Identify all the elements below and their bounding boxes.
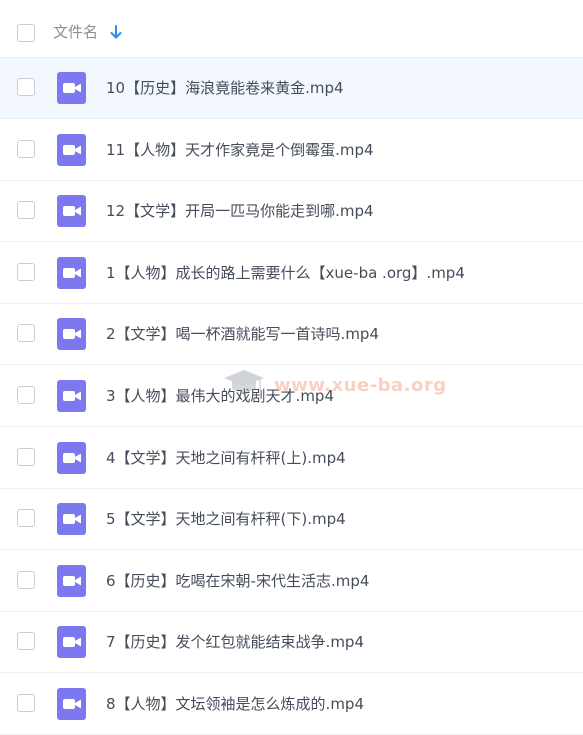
row-checkbox[interactable] — [17, 140, 35, 158]
row-checkbox[interactable] — [17, 324, 35, 342]
video-file-icon — [57, 257, 86, 289]
file-row[interactable]: 7【历史】发个红包就能结束战争.mp4 — [0, 612, 583, 673]
file-row[interactable]: 6【历史】吃喝在宋朝-宋代生活志.mp4 — [0, 551, 583, 612]
video-file-icon — [57, 195, 86, 227]
file-name[interactable]: 8【人物】文坛领袖是怎么炼成的.mp4 — [106, 693, 364, 715]
video-file-icon — [57, 380, 86, 412]
row-checkbox[interactable] — [17, 386, 35, 404]
file-row[interactable]: 3【人物】最伟大的戏剧天才.mp4 — [0, 366, 583, 427]
file-row[interactable]: 12【文学】开局一匹马你能走到哪.mp4 — [0, 181, 583, 242]
video-file-icon — [57, 503, 86, 535]
file-list-header: 文件名 — [0, 0, 583, 58]
video-file-icon — [57, 72, 86, 104]
file-row[interactable]: 4【文学】天地之间有杆秤(上).mp4 — [0, 428, 583, 489]
video-file-icon — [57, 688, 86, 720]
video-file-icon — [57, 318, 86, 350]
file-name[interactable]: 7【历史】发个红包就能结束战争.mp4 — [106, 631, 364, 653]
file-name[interactable]: 5【文学】天地之间有杆秤(下).mp4 — [106, 508, 346, 530]
file-name[interactable]: 1【人物】成长的路上需要什么【xue-ba .org】.mp4 — [106, 262, 465, 284]
row-checkbox[interactable] — [17, 571, 35, 589]
file-name[interactable]: 10【历史】海浪竟能卷来黄金.mp4 — [106, 77, 344, 99]
video-file-icon — [57, 626, 86, 658]
video-file-icon — [57, 442, 86, 474]
file-row[interactable]: 1【人物】成长的路上需要什么【xue-ba .org】.mp4 — [0, 243, 583, 304]
file-name[interactable]: 11【人物】天才作家竟是个倒霉蛋.mp4 — [106, 139, 374, 161]
file-name[interactable]: 3【人物】最伟大的戏剧天才.mp4 — [106, 385, 334, 407]
file-name[interactable]: 2【文学】喝一杯酒就能写一首诗吗.mp4 — [106, 323, 379, 345]
row-checkbox[interactable] — [17, 263, 35, 281]
file-name[interactable]: 4【文学】天地之间有杆秤(上).mp4 — [106, 447, 346, 469]
file-row[interactable]: 5【文学】天地之间有杆秤(下).mp4 — [0, 489, 583, 550]
file-name[interactable]: 12【文学】开局一匹马你能走到哪.mp4 — [106, 200, 374, 222]
file-row[interactable]: 2【文学】喝一杯酒就能写一首诗吗.mp4 — [0, 304, 583, 365]
video-file-icon — [57, 565, 86, 597]
filename-column-label[interactable]: 文件名 — [53, 22, 98, 42]
row-checkbox[interactable] — [17, 78, 35, 96]
row-checkbox[interactable] — [17, 509, 35, 527]
file-row[interactable]: 8【人物】文坛领袖是怎么炼成的.mp4 — [0, 674, 583, 735]
select-all-checkbox[interactable] — [17, 24, 35, 42]
video-file-icon — [57, 134, 86, 166]
row-checkbox[interactable] — [17, 201, 35, 219]
row-checkbox[interactable] — [17, 632, 35, 650]
file-name[interactable]: 6【历史】吃喝在宋朝-宋代生活志.mp4 — [106, 570, 369, 592]
row-checkbox[interactable] — [17, 694, 35, 712]
file-row[interactable]: 10【历史】海浪竟能卷来黄金.mp4 — [0, 58, 583, 119]
file-row[interactable]: 11【人物】天才作家竟是个倒霉蛋.mp4 — [0, 120, 583, 181]
arrow-down-icon[interactable] — [110, 24, 122, 40]
row-checkbox[interactable] — [17, 448, 35, 466]
